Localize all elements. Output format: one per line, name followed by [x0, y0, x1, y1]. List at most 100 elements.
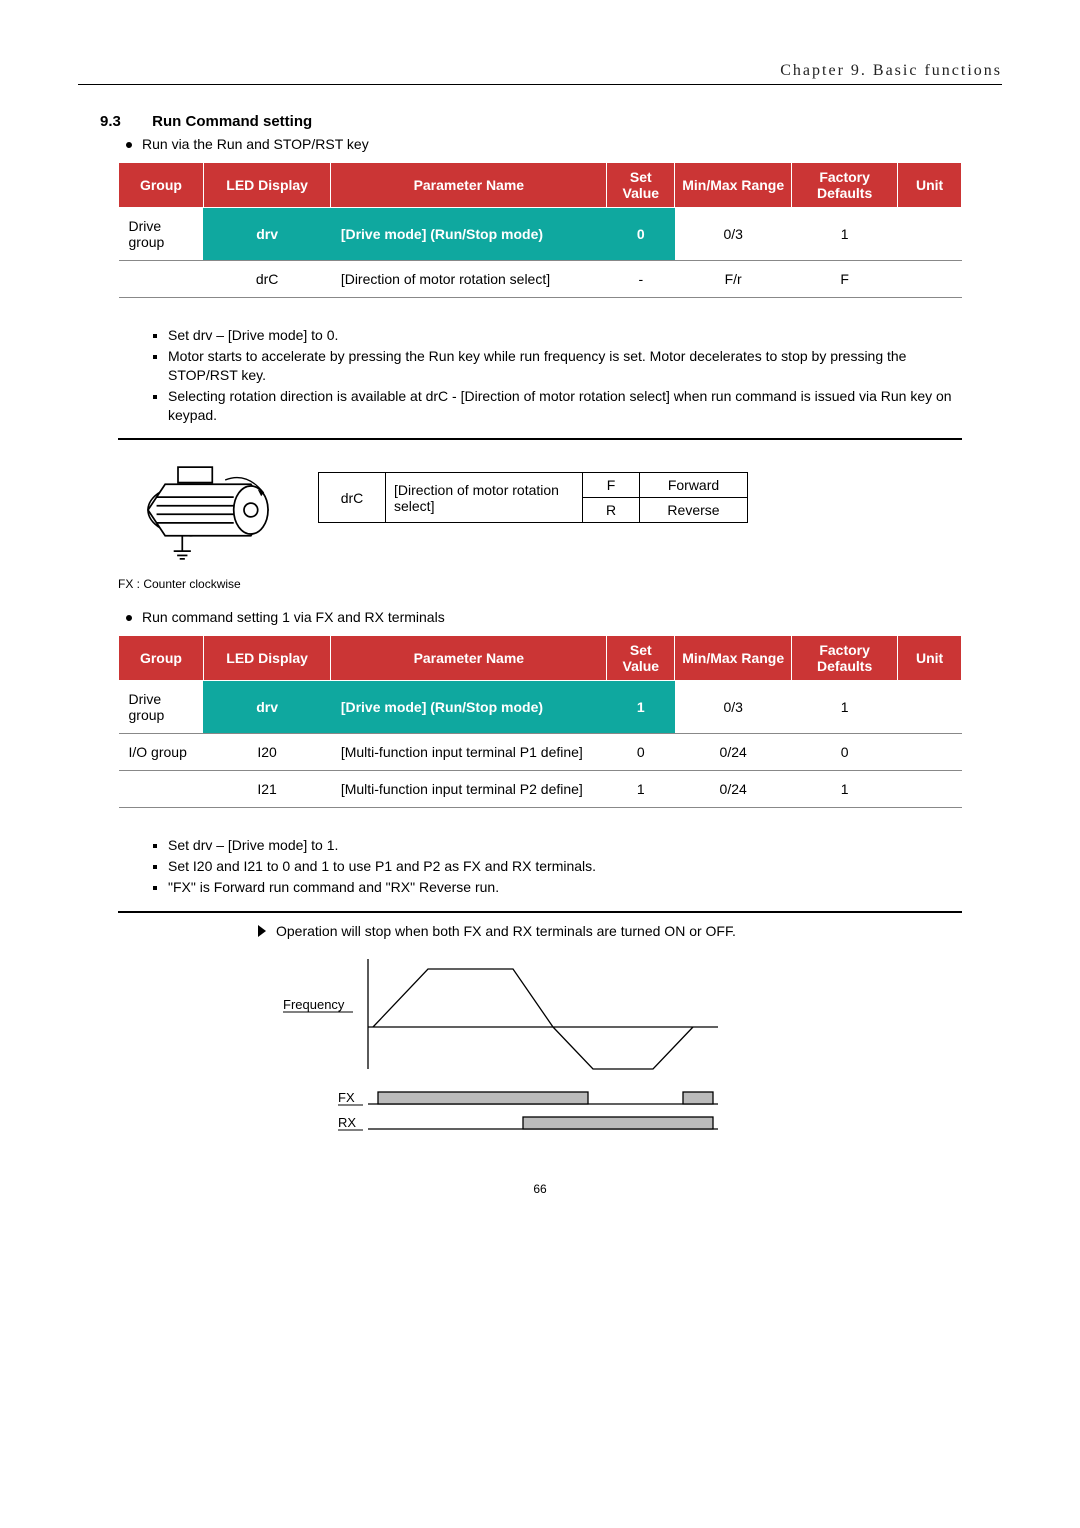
table-row: drC [Direction of motor rotation select]… [119, 261, 962, 298]
table-header-row: Group LED Display Parameter Name Set Val… [119, 163, 962, 208]
timing-label-rx: RX [338, 1115, 356, 1130]
th-range: Min/Max Range [675, 163, 792, 208]
document-page: Chapter 9. Basic functions 9.3 Run Comma… [0, 0, 1080, 1528]
cell-factory: F [792, 261, 898, 298]
cell-unit [898, 261, 962, 298]
th-param: Parameter Name [331, 163, 607, 208]
cell-set: - [607, 261, 675, 298]
table-row: drC [Direction of motor rotation select]… [319, 473, 748, 498]
page-number: 66 [78, 1182, 1002, 1196]
cell-range: 0/24 [675, 771, 792, 808]
intro-bullet-1: Run via the Run and STOP/RST key [126, 136, 1002, 152]
cell-factory: 0 [792, 734, 898, 771]
th-factory: Factory Defaults [792, 163, 898, 208]
section-name: Run Command setting [152, 113, 312, 130]
cell-unit [898, 771, 962, 808]
th-led: LED Display [203, 163, 330, 208]
table-header-row: Group LED Display Parameter Name Set Val… [119, 636, 962, 681]
th-group: Group [119, 636, 204, 681]
th-set: Set Value [607, 636, 675, 681]
cell-group [119, 771, 204, 808]
intro-bullet-2: Run command setting 1 via FX and RX term… [126, 609, 1002, 625]
cell-unit [898, 734, 962, 771]
drc-label: Reverse [640, 498, 748, 523]
cell-unit [898, 208, 962, 261]
timing-diagram: Frequency FX RX [278, 949, 962, 1152]
drc-sym: F [583, 473, 640, 498]
table-row: I21 [Multi-function input terminal P2 de… [119, 771, 962, 808]
motor-caption: FX : Counter clockwise [118, 577, 298, 591]
th-param: Parameter Name [331, 636, 607, 681]
drc-code: drC [319, 473, 386, 523]
notes-list-2: Set drv – [Drive mode] to 1. Set I20 and… [148, 836, 962, 897]
motor-illustration: FX : Counter clockwise [118, 450, 298, 591]
cell-param: [Drive mode] (Run/Stop mode) [331, 681, 607, 734]
cell-group: Drive group [119, 208, 204, 261]
cell-factory: 1 [792, 208, 898, 261]
cell-led: drv [203, 208, 330, 261]
th-unit: Unit [898, 163, 962, 208]
th-unit: Unit [898, 636, 962, 681]
operation-note-text: Operation will stop when both FX and RX … [276, 923, 736, 939]
section-number: 9.3 [100, 113, 148, 130]
drc-sym: R [583, 498, 640, 523]
intro-bullet-2-text: Run command setting 1 via FX and RX term… [142, 609, 445, 625]
th-range: Min/Max Range [675, 636, 792, 681]
table-row: Drive group drv [Drive mode] (Run/Stop m… [119, 681, 962, 734]
list-item: Set I20 and I21 to 0 and 1 to use P1 and… [168, 857, 962, 876]
cell-range: 0/3 [675, 208, 792, 261]
drc-label: Forward [640, 473, 748, 498]
notes-list-1: Set drv – [Drive mode] to 0. Motor start… [148, 326, 962, 424]
list-item: Set drv – [Drive mode] to 0. [168, 326, 962, 345]
cell-group: I/O group [119, 734, 204, 771]
table-row: I/O group I20 [Multi-function input term… [119, 734, 962, 771]
cell-unit [898, 681, 962, 734]
timing-label-fx: FX [338, 1090, 355, 1105]
motor-icon [118, 450, 298, 570]
cell-group [119, 261, 204, 298]
cell-group: Drive group [119, 681, 204, 734]
intro-bullet-1-text: Run via the Run and STOP/RST key [142, 136, 369, 152]
cell-range: 0/24 [675, 734, 792, 771]
motor-drc-row: FX : Counter clockwise drC [Direction of… [118, 450, 962, 591]
bullet-icon [126, 615, 132, 621]
parameter-table-1: Group LED Display Parameter Name Set Val… [118, 162, 962, 298]
cell-param: [Drive mode] (Run/Stop mode) [331, 208, 607, 261]
list-item: Selecting rotation direction is availabl… [168, 387, 962, 425]
section-title: 9.3 Run Command setting [100, 113, 1002, 130]
cell-led: I20 [203, 734, 330, 771]
cell-led: drv [203, 681, 330, 734]
bullet-icon [126, 142, 132, 148]
cell-set: 0 [607, 734, 675, 771]
cell-factory: 1 [792, 681, 898, 734]
cell-param: [Direction of motor rotation select] [331, 261, 607, 298]
th-set: Set Value [607, 163, 675, 208]
list-item: Motor starts to accelerate by pressing t… [168, 347, 962, 385]
cell-range: F/r [675, 261, 792, 298]
chapter-header: Chapter 9. Basic functions [78, 62, 1002, 85]
cell-set: 1 [607, 771, 675, 808]
list-item: Set drv – [Drive mode] to 1. [168, 836, 962, 855]
triangle-icon [258, 925, 266, 937]
operation-note: Operation will stop when both FX and RX … [258, 923, 962, 939]
th-group: Group [119, 163, 204, 208]
cell-param: [Multi-function input terminal P2 define… [331, 771, 607, 808]
cell-led: I21 [203, 771, 330, 808]
timing-label-freq: Frequency [283, 997, 345, 1012]
th-factory: Factory Defaults [792, 636, 898, 681]
parameter-table-2: Group LED Display Parameter Name Set Val… [118, 635, 962, 808]
cell-set: 0 [607, 208, 675, 261]
divider [118, 911, 962, 913]
timing-chart-icon: Frequency FX RX [278, 949, 738, 1149]
th-led: LED Display [203, 636, 330, 681]
divider [118, 438, 962, 440]
drc-mini-table: drC [Direction of motor rotation select]… [318, 472, 748, 523]
list-item: "FX" is Forward run command and "RX" Rev… [168, 878, 962, 897]
cell-factory: 1 [792, 771, 898, 808]
cell-set: 1 [607, 681, 675, 734]
table-row: Drive group drv [Drive mode] (Run/Stop m… [119, 208, 962, 261]
cell-param: [Multi-function input terminal P1 define… [331, 734, 607, 771]
drc-desc: [Direction of motor rotation select] [386, 473, 583, 523]
cell-led: drC [203, 261, 330, 298]
cell-range: 0/3 [675, 681, 792, 734]
